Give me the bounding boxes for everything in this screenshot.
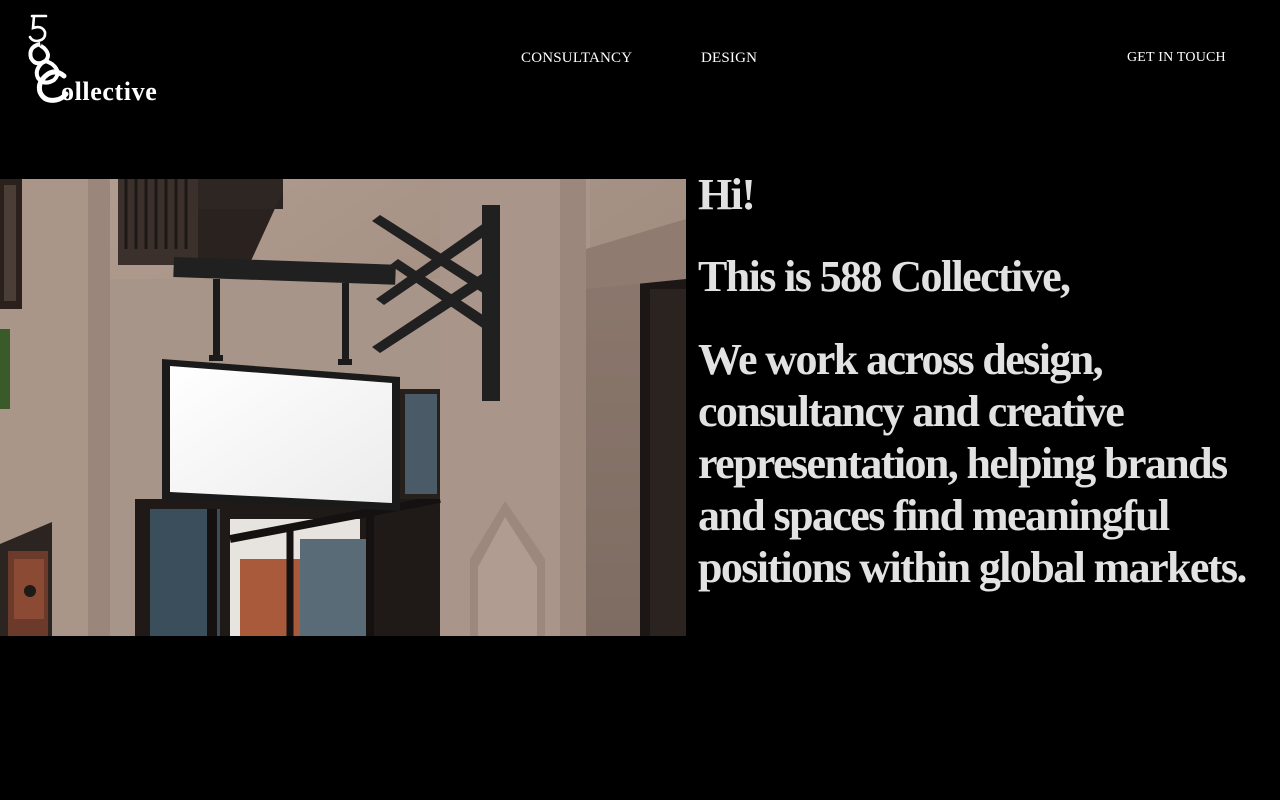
storefront-sign-illustration (0, 179, 686, 636)
hero-copy: Hi! This is 588 Collective, We work acro… (698, 170, 1268, 594)
hero-greeting: Hi! (698, 170, 756, 219)
nav-consultancy[interactable]: CONSULTANCY (521, 49, 632, 67)
svg-text:ollective: ollective (61, 77, 157, 106)
nav-design[interactable]: DESIGN (701, 49, 757, 67)
hero-image (0, 179, 686, 636)
hero-intro: This is 588 Collective, (698, 252, 1071, 301)
get-in-touch-link[interactable]: GET IN TOUCH (1127, 49, 1226, 67)
hero-description: We work across design, consultancy and c… (698, 335, 1247, 592)
brand-logo-icon[interactable]: ollective (26, 14, 186, 106)
